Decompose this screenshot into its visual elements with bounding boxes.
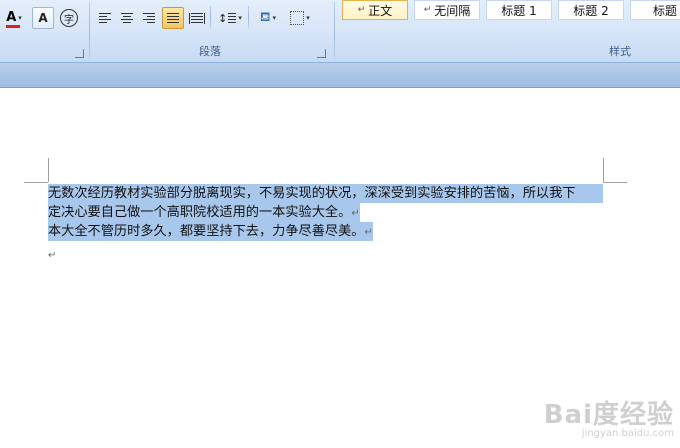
text-line[interactable]: 定决心要自己做一个高职院校适用的一本实验大全。↵: [48, 203, 360, 222]
distributed-align-icon: [189, 12, 205, 24]
style-heading-1[interactable]: 标题 1: [486, 0, 552, 20]
font-dialog-launcher[interactable]: [75, 49, 84, 58]
style-label: 标题 2: [573, 3, 609, 18]
paragraph-mark: ↵: [351, 208, 360, 219]
margin-corner-mark: [603, 182, 627, 183]
text-line[interactable]: 无数次经历教材实验部分脱离现实，不易实现的状况，深深受到实验安排的苦恼，所以我下: [48, 184, 603, 203]
margin-corner-mark: [48, 158, 49, 182]
align-right-button[interactable]: [138, 7, 160, 29]
line-spacing-lines-icon: [228, 12, 237, 24]
align-right-icon: [143, 12, 155, 24]
character-shading-icon: A: [38, 11, 48, 25]
shading-button[interactable]: ⛾ ▾: [252, 7, 284, 29]
ribbon: A ▾ A 字 ↕ ▾ ⛾ ▾ ▾ 段落 样式 ↵ 正文 ↵ 无间隔 标题 1 …: [0, 0, 680, 63]
chevron-down-icon: ▾: [238, 14, 242, 22]
chevron-down-icon: ▾: [272, 14, 277, 22]
empty-paragraph[interactable]: ↵: [48, 245, 56, 264]
text-line[interactable]: 本大全不管历时多久，都要坚持下去，力争尽善尽美。↵: [48, 222, 373, 241]
style-label: 正文: [368, 3, 393, 18]
selected-text[interactable]: 本大全不管历时多久，都要坚持下去，力争尽善尽美。↵: [48, 222, 373, 241]
borders-icon: [290, 11, 305, 25]
justify-icon: [167, 12, 179, 24]
font-group: A ▾ A 字: [0, 0, 88, 62]
paragraph-mark-icon: ↵: [423, 5, 432, 15]
enclose-characters-button[interactable]: 字: [56, 7, 82, 29]
document-page[interactable]: 无数次经历教材实验部分脱离现实，不易实现的状况，深深受到实验安排的苦恼，所以我下…: [0, 88, 680, 448]
align-center-button[interactable]: [116, 7, 138, 29]
paragraph-group: ↕ ▾ ⛾ ▾ ▾ 段落: [90, 0, 330, 62]
style-label: 无间隔: [434, 3, 471, 18]
styles-group-label: 样式: [609, 45, 631, 58]
line-text: 定决心要自己做一个高职院校适用的一本实验大全。: [48, 205, 352, 220]
watermark-logo: Bai度经验: [543, 400, 674, 430]
justify-button[interactable]: [162, 7, 184, 29]
line-spacing-button[interactable]: ↕ ▾: [214, 7, 246, 29]
borders-button[interactable]: ▾: [284, 7, 316, 29]
distributed-button[interactable]: [186, 7, 208, 29]
margin-corner-mark: [24, 182, 48, 183]
watermark: Bai度经验 jingyan.baidu.com: [544, 402, 674, 440]
selected-text[interactable]: 定决心要自己做一个高职院校适用的一本实验大全。↵: [48, 203, 360, 222]
align-center-icon: [121, 12, 133, 24]
paragraph-separator: [210, 6, 211, 28]
chevron-down-icon: ▾: [306, 14, 310, 22]
paragraph-group-label: 段落: [199, 45, 221, 58]
line-spacing-icon: ↕: [218, 11, 228, 25]
enclose-characters-icon: 字: [60, 9, 78, 27]
paragraph-separator: [248, 6, 249, 28]
selected-text[interactable]: 无数次经历教材实验部分脱离现实，不易实现的状况，深深受到实验安排的苦恼，所以我下: [48, 184, 603, 203]
style-no-spacing[interactable]: ↵ 无间隔: [414, 0, 480, 20]
style-label: 标题: [653, 3, 678, 18]
ribbon-bottom-strip: [0, 63, 680, 88]
style-heading-2[interactable]: 标题 2: [558, 0, 624, 20]
paragraph-mark: ↵: [364, 227, 373, 238]
font-color-button[interactable]: A ▾: [0, 7, 28, 29]
style-gallery: ↵ 正文 ↵ 无间隔 标题 1 标题 2 标题: [338, 0, 680, 20]
style-title[interactable]: 标题: [630, 0, 680, 20]
paragraph-mark: ↵: [48, 250, 57, 261]
align-left-icon: [99, 12, 111, 24]
paragraph-dialog-launcher[interactable]: [317, 49, 326, 58]
line-text: 本大全不管历时多久，都要坚持下去，力争尽善尽美。: [48, 224, 365, 239]
style-label: 标题 1: [501, 3, 537, 18]
align-left-button[interactable]: [94, 7, 116, 29]
paint-bucket-icon: ⛾: [259, 9, 271, 25]
paragraph-mark-icon: ↵: [357, 5, 366, 15]
margin-corner-mark: [603, 158, 604, 182]
character-shading-button[interactable]: A: [32, 7, 54, 29]
style-normal[interactable]: ↵ 正文: [342, 0, 408, 20]
chevron-down-icon: ▾: [18, 14, 22, 22]
font-color-icon: A: [6, 11, 21, 28]
